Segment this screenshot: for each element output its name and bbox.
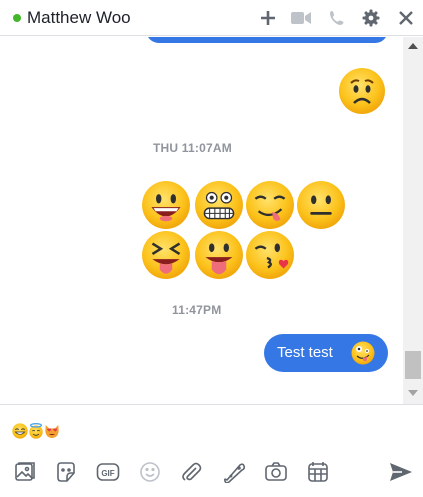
scroll-thumb[interactable]: [405, 351, 421, 379]
scroll-down-arrow-icon[interactable]: [408, 390, 418, 396]
neutral-face-emoji[interactable]: [296, 180, 346, 230]
message-scrollbar[interactable]: [403, 37, 423, 404]
timestamp: THU 11:07AM: [153, 141, 232, 155]
svg-text:GIF: GIF: [101, 469, 114, 478]
attachment-icon[interactable]: [178, 459, 204, 485]
smiling-halo-emoji: [29, 423, 43, 439]
composer: GIF: [0, 404, 423, 497]
phone-icon[interactable]: [325, 6, 349, 30]
photo-icon[interactable]: [12, 459, 38, 485]
message-list[interactable]: THU 11:07AM 11:47PM Test test: [0, 37, 403, 404]
send-icon[interactable]: [388, 459, 414, 485]
timestamp: 11:47PM: [172, 303, 222, 317]
game-controller-icon[interactable]: [221, 459, 247, 485]
contact-name[interactable]: Matthew Woo: [27, 8, 131, 28]
gear-icon[interactable]: [359, 6, 383, 30]
heart-eyes-cat-emoji: [45, 425, 59, 438]
sticker-icon[interactable]: [53, 459, 79, 485]
camera-icon[interactable]: [263, 459, 289, 485]
grinning-smiling-eyes-emoji: [12, 423, 28, 439]
savoring-food-emoji[interactable]: [245, 180, 295, 230]
scroll-up-arrow-icon[interactable]: [408, 43, 418, 49]
gif-icon[interactable]: GIF: [95, 459, 121, 485]
online-status-dot: [13, 14, 21, 22]
zany-face-emoji: [351, 341, 375, 365]
chat-header: Matthew Woo: [0, 0, 423, 36]
squinting-tongue-emoji[interactable]: [141, 230, 191, 280]
plus-icon[interactable]: [256, 6, 280, 30]
grimacing-emoji[interactable]: [194, 180, 244, 230]
video-icon[interactable]: [289, 6, 313, 30]
message-text: Test test: [277, 344, 333, 361]
close-icon[interactable]: [394, 6, 418, 30]
message-input[interactable]: [12, 423, 60, 445]
worried-emoji[interactable]: [338, 67, 386, 115]
kissing-heart-emoji[interactable]: [245, 230, 295, 280]
grinning-emoji[interactable]: [141, 180, 191, 230]
plan-calendar-icon[interactable]: [305, 459, 331, 485]
previous-message-bubble: [146, 37, 388, 43]
tongue-out-emoji[interactable]: [194, 230, 244, 280]
emoji-icon[interactable]: [137, 459, 163, 485]
sent-message-bubble[interactable]: Test test: [264, 334, 388, 372]
